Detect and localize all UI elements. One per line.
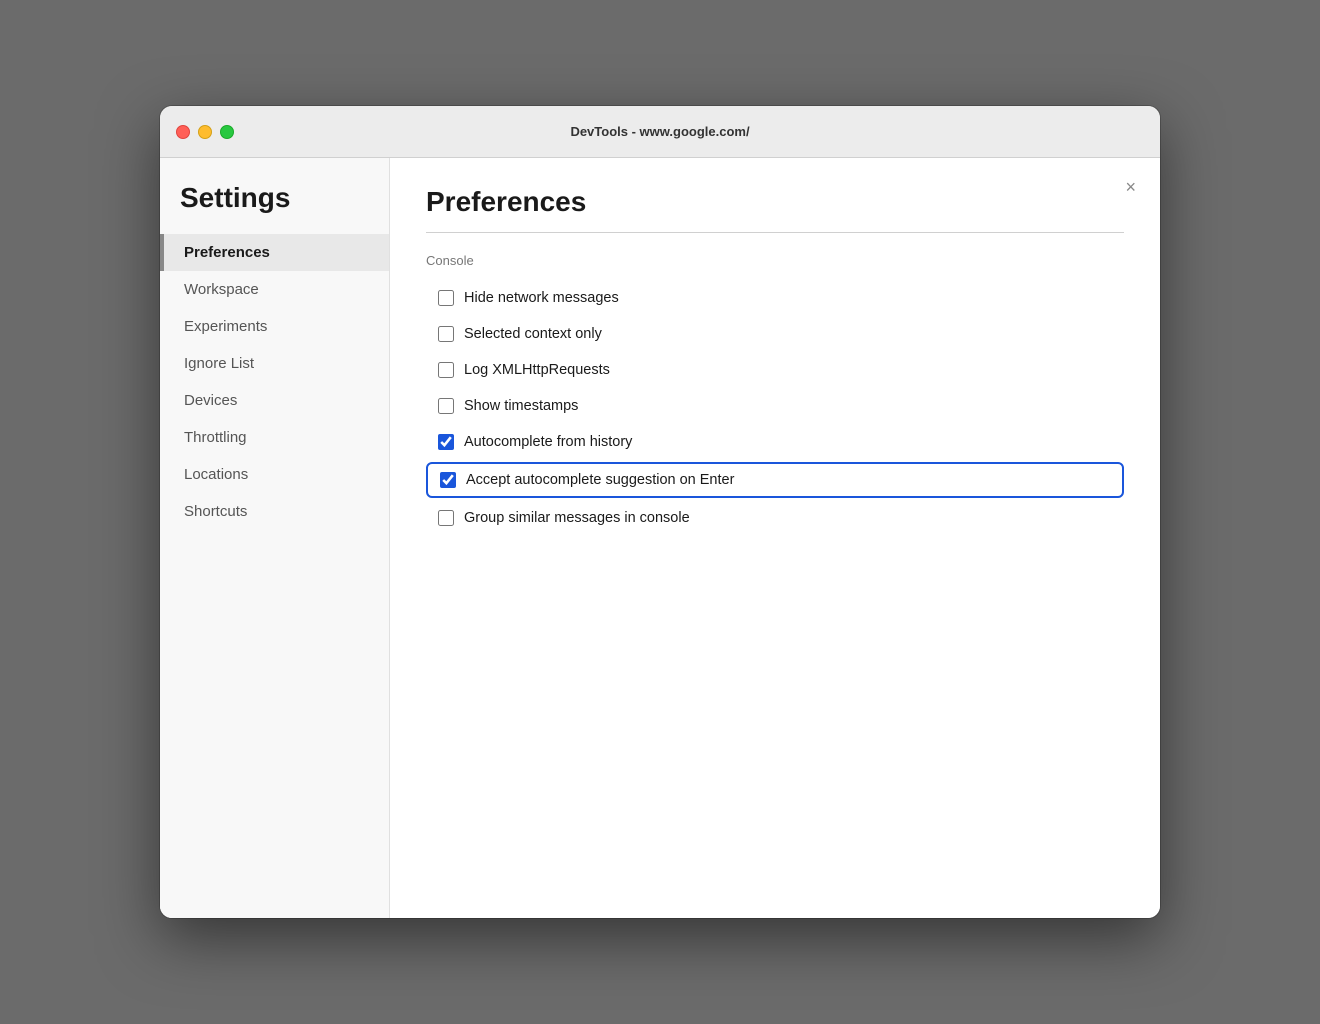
window-title: DevTools - www.google.com/ [570, 124, 749, 139]
checkbox-label-hide-network[interactable]: Hide network messages [464, 290, 619, 306]
checkbox-label-group-similar[interactable]: Group similar messages in console [464, 510, 690, 526]
close-traffic-light[interactable] [176, 125, 190, 139]
checkbox-item-accept-autocomplete: Accept autocomplete suggestion on Enter [426, 462, 1124, 498]
sidebar: Settings Preferences Workspace Experimen… [160, 158, 390, 918]
sidebar-item-ignore-list[interactable]: Ignore List [160, 345, 389, 382]
checkbox-label-log-xmlhttp[interactable]: Log XMLHttpRequests [464, 362, 610, 378]
sidebar-item-shortcuts[interactable]: Shortcuts [160, 493, 389, 530]
sidebar-nav: Preferences Workspace Experiments Ignore… [160, 234, 389, 530]
maximize-traffic-light[interactable] [220, 125, 234, 139]
sidebar-item-devices[interactable]: Devices [160, 382, 389, 419]
checkbox-item-selected-context: Selected context only [426, 318, 1124, 350]
checkbox-group-similar[interactable] [438, 510, 454, 526]
checkbox-label-accept-autocomplete[interactable]: Accept autocomplete suggestion on Enter [466, 472, 734, 488]
sidebar-item-throttling[interactable]: Throttling [160, 419, 389, 456]
checkbox-item-show-timestamps: Show timestamps [426, 390, 1124, 422]
checkbox-selected-context[interactable] [438, 326, 454, 342]
checkbox-item-log-xmlhttp: Log XMLHttpRequests [426, 354, 1124, 386]
checkbox-show-timestamps[interactable] [438, 398, 454, 414]
titlebar: DevTools - www.google.com/ [160, 106, 1160, 158]
main-content: × Preferences Console Hide network messa… [390, 158, 1160, 918]
sidebar-item-preferences[interactable]: Preferences [160, 234, 389, 271]
devtools-window: DevTools - www.google.com/ Settings Pref… [160, 106, 1160, 918]
section-divider [426, 232, 1124, 233]
checkbox-label-autocomplete-history[interactable]: Autocomplete from history [464, 434, 632, 450]
checkbox-item-autocomplete-history: Autocomplete from history [426, 426, 1124, 458]
checkbox-hide-network[interactable] [438, 290, 454, 306]
section-label: Console [426, 253, 1124, 268]
page-title: Preferences [426, 186, 1124, 218]
sidebar-item-experiments[interactable]: Experiments [160, 308, 389, 345]
sidebar-heading: Settings [160, 182, 389, 234]
checkbox-item-group-similar: Group similar messages in console [426, 502, 1124, 534]
checkbox-accept-autocomplete[interactable] [440, 472, 456, 488]
sidebar-item-workspace[interactable]: Workspace [160, 271, 389, 308]
minimize-traffic-light[interactable] [198, 125, 212, 139]
traffic-lights [176, 125, 234, 139]
checkbox-item-hide-network: Hide network messages [426, 282, 1124, 314]
close-button[interactable]: × [1121, 174, 1140, 200]
sidebar-item-locations[interactable]: Locations [160, 456, 389, 493]
checkbox-log-xmlhttp[interactable] [438, 362, 454, 378]
checkbox-autocomplete-history[interactable] [438, 434, 454, 450]
content-area: Settings Preferences Workspace Experimen… [160, 158, 1160, 918]
checkbox-list: Hide network messages Selected context o… [426, 282, 1124, 534]
checkbox-label-show-timestamps[interactable]: Show timestamps [464, 398, 578, 414]
checkbox-label-selected-context[interactable]: Selected context only [464, 326, 602, 342]
